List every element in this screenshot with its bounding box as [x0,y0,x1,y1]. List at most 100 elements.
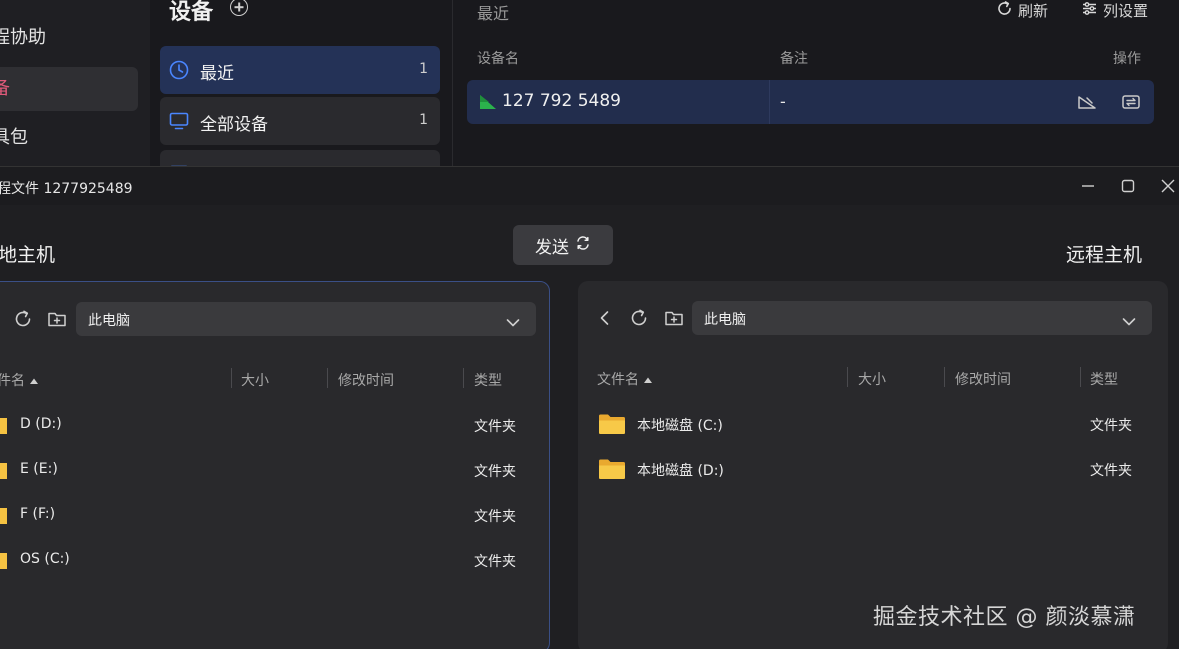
column-divider[interactable] [463,368,464,388]
file-row[interactable]: D (D:) 文件夹 [0,404,551,446]
file-type: 文件夹 [1090,418,1132,434]
refresh-icon[interactable] [13,309,33,333]
column-header-action: 操作 [1113,51,1141,67]
refresh-icon[interactable] [629,308,649,332]
nav-item-devices[interactable]: 备 [0,67,138,111]
nav-item-toolbox[interactable]: 具包 [0,116,138,160]
file-name: 本地磁盘 (C:) [637,418,723,434]
column-header-modified[interactable]: 修改时间 [955,369,1011,389]
file-row[interactable]: F (F:) 文件夹 [0,494,551,536]
refresh-label: 刷新 [1018,2,1049,20]
column-divider[interactable] [1080,367,1081,387]
watermark: 掘金技术社区 @ 颜淡慕潇 [873,605,1136,630]
group-item-recent[interactable]: 最近 1 [160,46,440,94]
folder-icon [598,458,626,484]
breadcrumb: 最近 [477,4,510,23]
add-circle-icon[interactable] [230,0,248,16]
column-divider[interactable] [944,367,945,387]
column-header-name[interactable]: 件名 [0,370,39,390]
column-header-size[interactable]: 大小 [241,370,269,390]
remote-host-title: 远程主机 [1066,244,1143,266]
path-select[interactable]: 此电脑 [692,301,1152,335]
column-settings-label: 列设置 [1103,2,1149,20]
main-nav: 程协助 备 具包 [0,0,151,166]
monitor-icon [169,111,189,135]
nav-item-remote-assist[interactable]: 程协助 [0,16,138,60]
new-folder-icon[interactable] [664,308,684,332]
folder-icon [0,459,7,485]
file-row[interactable]: OS (C:) 文件夹 [0,539,551,581]
nav-item-label: 具包 [0,127,28,148]
folder-icon [0,414,7,440]
group-item-count: 1 [419,112,428,128]
column-divider[interactable] [847,367,848,387]
column-header-name[interactable]: 文件名 [597,369,653,389]
column-divider[interactable] [231,368,232,388]
column-settings-button[interactable]: 列设置 [1081,0,1148,21]
maximize-icon[interactable] [1119,177,1137,195]
send-button[interactable]: 发送 [513,225,613,265]
new-folder-icon[interactable] [47,309,67,333]
local-file-pane: 此电脑 件名 大小 修改时间 类型 D (D:) 文件夹 E (E:) 文件夹 … [0,281,550,649]
refresh-icon [996,0,1013,21]
device-group-panel: 设备 最近 1 全部设备 1 [150,0,453,198]
file-type: 文件夹 [474,554,516,570]
file-name: D (D:) [20,416,62,432]
device-name: 127 792 5489 [502,91,621,111]
device-list-panel: 最近 刷新 列设置 设备名 备注 操作 127 792 5489 - [453,0,1179,166]
nav-item-label: 程协助 [0,27,46,48]
close-icon[interactable] [1159,177,1177,195]
page-title: 设备 [169,0,214,25]
swap-icon [575,235,591,256]
group-item-all-devices[interactable]: 全部设备 1 [160,97,440,145]
file-transfer-icon[interactable] [1121,92,1141,116]
chevron-down-icon [506,313,520,332]
file-row[interactable]: 本地磁盘 (D:) 文件夹 [578,448,1168,490]
chevron-down-icon [1122,312,1136,331]
refresh-button[interactable]: 刷新 [996,0,1048,21]
column-header-label: 文件名 [597,372,639,388]
app-root: 程协助 备 具包 设备 最近 1 全部设备 1 最近 刷新 列设置 设备名 备注… [0,0,1179,649]
file-row[interactable]: 本地磁盘 (C:) 文件夹 [578,403,1168,445]
file-transfer-window: 程文件 1277925489 地主机 远程主机 发送 此电脑 件名 大小 修改时… [0,166,1179,649]
column-header-label: 件名 [0,373,25,389]
path-value: 此电脑 [704,312,746,328]
sort-asc-icon [29,373,39,389]
remote-control-icon[interactable] [1077,92,1097,116]
device-row[interactable]: 127 792 5489 - [467,80,1154,124]
remote-file-pane: 此电脑 文件名 大小 修改时间 类型 本地磁盘 (C:) 文件夹 本地磁盘 (D… [578,281,1168,649]
file-row[interactable]: E (E:) 文件夹 [0,449,551,491]
column-header-type[interactable]: 类型 [474,370,502,390]
folder-icon [598,413,626,439]
path-select[interactable]: 此电脑 [76,302,536,336]
column-header-type[interactable]: 类型 [1090,369,1118,389]
nav-item-label: 备 [0,78,10,99]
path-value: 此电脑 [88,313,130,329]
window-titlebar[interactable]: 程文件 1277925489 [0,167,1179,205]
group-item-label: 最近 [200,64,234,84]
column-header-remark[interactable]: 备注 [780,48,808,68]
file-type: 文件夹 [474,509,516,525]
send-label: 发送 [535,237,569,258]
online-status-icon [479,93,497,115]
sliders-icon [1081,0,1098,21]
group-item-label: 全部设备 [200,115,268,135]
column-divider[interactable] [327,368,328,388]
window-title: 程文件 1277925489 [0,181,133,197]
file-type: 文件夹 [1090,463,1132,479]
remote-desktop-app: 程协助 备 具包 设备 最近 1 全部设备 1 最近 刷新 列设置 设备名 备注… [0,0,1179,198]
sort-asc-icon [643,372,653,388]
column-header-size[interactable]: 大小 [858,369,886,389]
group-item-count: 1 [419,61,428,77]
file-type: 文件夹 [474,419,516,435]
column-header-name[interactable]: 设备名 [477,48,519,68]
file-name: F (F:) [20,506,56,522]
clock-icon [169,60,189,84]
minimize-icon[interactable] [1079,177,1097,195]
back-icon[interactable] [596,308,614,332]
file-type: 文件夹 [474,464,516,480]
folder-icon [0,504,7,530]
column-header-modified[interactable]: 修改时间 [338,370,394,390]
folder-icon [0,549,7,575]
file-name: 本地磁盘 (D:) [637,463,724,479]
